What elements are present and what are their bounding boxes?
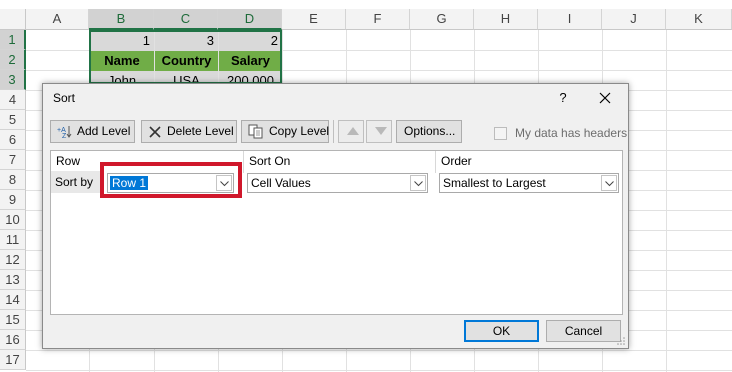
column-header-e[interactable]: E — [282, 9, 346, 30]
order-dropdown[interactable] — [601, 175, 617, 191]
column-header-a[interactable]: A — [26, 9, 89, 30]
options-label: Options... — [404, 124, 456, 138]
level-row-header[interactable]: Sort by — [51, 171, 101, 193]
gridline — [26, 350, 732, 351]
column-header-sort-on: Sort On — [249, 154, 291, 168]
my-data-has-headers-label: My data has headers — [515, 126, 628, 140]
svg-text:Z: Z — [62, 133, 67, 139]
column-header-order: Order — [441, 154, 472, 168]
move-down-button[interactable] — [366, 120, 392, 143]
add-level-label: Add Level — [77, 124, 131, 138]
sort-on-select[interactable]: Cell Values — [247, 173, 428, 193]
copy-level-label: Copy Level — [269, 124, 330, 138]
options-button[interactable]: Options... — [396, 120, 462, 143]
row-header-12[interactable]: 12 — [0, 250, 26, 270]
sort-by-label: Sort by — [55, 175, 94, 189]
delete-level-label: Delete Level — [167, 124, 234, 138]
delete-level-button[interactable]: Delete Level — [141, 120, 237, 143]
row-header-2[interactable]: 2 — [0, 50, 26, 70]
row-header-9[interactable]: 9 — [0, 190, 26, 210]
copy-level-button[interactable]: Copy Level — [241, 120, 329, 143]
row-header-8[interactable]: 8 — [0, 170, 26, 190]
column-header-c[interactable]: C — [154, 9, 218, 30]
row-header-10[interactable]: 10 — [0, 210, 26, 230]
select-all-corner[interactable] — [0, 9, 26, 30]
ok-button[interactable]: OK — [464, 320, 539, 342]
add-level-icon: +A Z — [57, 126, 72, 139]
move-down-icon — [375, 127, 387, 135]
dialog-title: Sort — [53, 91, 76, 105]
row-header-13[interactable]: 13 — [0, 270, 26, 290]
row-header-7[interactable]: 7 — [0, 150, 26, 170]
row-header-17[interactable]: 17 — [0, 350, 26, 370]
my-data-has-headers-checkbox[interactable] — [494, 127, 507, 140]
column-header-b[interactable]: B — [89, 9, 154, 30]
cancel-button[interactable]: Cancel — [546, 320, 621, 342]
grid-separator — [243, 151, 244, 173]
row-header-5[interactable]: 5 — [0, 110, 26, 130]
row-header-15[interactable]: 15 — [0, 310, 26, 330]
resize-grip-icon[interactable] — [616, 336, 626, 346]
order-select[interactable]: Smallest to Largest — [439, 173, 619, 193]
close-button[interactable] — [593, 87, 617, 109]
column-header-bar: A B C D E F G H I J K — [0, 9, 732, 30]
row-header-11[interactable]: 11 — [0, 230, 26, 250]
row-header-3[interactable]: 3 — [0, 70, 26, 90]
sort-dialog: Sort ? +A Z Add Level Delete Level Copy … — [42, 83, 629, 349]
copy-icon — [248, 124, 263, 139]
column-header-row-label: Row — [56, 154, 81, 168]
chevron-down-icon — [414, 181, 423, 187]
chevron-down-icon — [605, 181, 614, 187]
delete-x-icon — [149, 126, 161, 138]
gridline — [666, 30, 667, 372]
row-header-1[interactable]: 1 — [0, 30, 26, 50]
column-header-d[interactable]: D — [218, 9, 282, 30]
toolbar-separator — [333, 120, 334, 143]
move-up-icon — [347, 127, 359, 135]
row-header-14[interactable]: 14 — [0, 290, 26, 310]
column-header-g[interactable]: G — [410, 9, 474, 30]
move-up-button[interactable] — [338, 120, 364, 143]
row-header-6[interactable]: 6 — [0, 130, 26, 150]
add-level-button[interactable]: +A Z Add Level — [50, 120, 135, 143]
column-header-j[interactable]: J — [602, 9, 666, 30]
sort-on-value: Cell Values — [251, 176, 311, 190]
order-value: Smallest to Largest — [443, 176, 546, 190]
selection-outline — [89, 30, 282, 84]
gridline — [26, 370, 732, 371]
sort-on-dropdown[interactable] — [410, 175, 426, 191]
row-header-16[interactable]: 16 — [0, 330, 26, 350]
row-header-4[interactable]: 4 — [0, 90, 26, 110]
column-header-f[interactable]: F — [346, 9, 410, 30]
column-header-h[interactable]: H — [474, 9, 538, 30]
close-icon — [599, 92, 611, 104]
grid-separator — [435, 151, 436, 173]
column-header-i[interactable]: I — [538, 9, 602, 30]
help-button[interactable]: ? — [553, 87, 573, 109]
column-header-k[interactable]: K — [666, 9, 732, 30]
highlight-annotation — [100, 162, 242, 198]
